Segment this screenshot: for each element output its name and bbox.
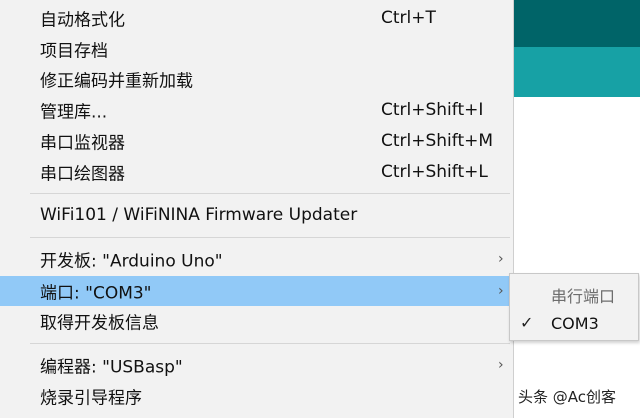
menu-item-port[interactable]: 端口: "COM3" › xyxy=(0,276,512,306)
menu-item-firmware-updater[interactable]: WiFi101 / WiFiNINA Firmware Updater xyxy=(0,200,512,230)
menu-item-label: 烧录引导程序 xyxy=(40,388,142,409)
menu-item-serial-monitor[interactable]: 串口监视器 Ctrl+Shift+M xyxy=(0,126,512,156)
menu-item-shortcut: Ctrl+Shift+I xyxy=(381,100,484,120)
tools-menu: 自动格式化 Ctrl+T 项目存档 修正编码并重新加载 管理库... Ctrl+… xyxy=(0,0,514,418)
checkmark-icon: ✓ xyxy=(520,313,534,332)
menu-item-label: 取得开发板信息 xyxy=(40,313,159,334)
menu-item-label: 修正编码并重新加载 xyxy=(40,71,193,92)
menu-item-board[interactable]: 开发板: "Arduino Uno" › xyxy=(0,244,512,274)
menu-item-shortcut: Ctrl+T xyxy=(381,8,436,28)
menu-item-serial-plotter[interactable]: 串口绘图器 Ctrl+Shift+L xyxy=(0,157,512,187)
menu-item-fix-encoding[interactable]: 修正编码并重新加载 xyxy=(0,64,512,94)
menu-item-label: 串口绘图器 xyxy=(40,164,125,185)
watermark: 头条 @Ac创客 xyxy=(518,388,617,406)
background-header-teal xyxy=(512,47,640,97)
menu-item-label: WiFi101 / WiFiNINA Firmware Updater xyxy=(40,205,358,225)
menu-item-label: 项目存档 xyxy=(40,41,108,62)
menu-item-shortcut: Ctrl+Shift+M xyxy=(381,131,494,151)
menu-item-shortcut: Ctrl+Shift+L xyxy=(381,162,488,182)
menu-separator xyxy=(30,237,510,238)
chevron-right-icon: › xyxy=(498,357,504,373)
background-header-dark xyxy=(512,0,640,47)
menu-item-board-info[interactable]: 取得开发板信息 xyxy=(0,306,512,336)
menu-item-label: 自动格式化 xyxy=(40,10,125,31)
menu-item-label: 编程器: "USBasp" xyxy=(40,357,183,378)
submenu-item-com3[interactable]: ✓ COM3 xyxy=(510,309,638,339)
menu-item-archive-sketch[interactable]: 项目存档 xyxy=(0,34,512,64)
submenu-item-label: COM3 xyxy=(551,314,599,333)
menu-item-label: 开发板: "Arduino Uno" xyxy=(40,251,223,272)
menu-item-label: 端口: "COM3" xyxy=(40,283,152,304)
menu-item-label: 管理库... xyxy=(40,102,108,123)
menu-item-label: 串口监视器 xyxy=(40,133,125,154)
menu-item-burn-bootloader[interactable]: 烧录引导程序 xyxy=(0,381,512,411)
chevron-right-icon: › xyxy=(498,283,504,299)
menu-item-manage-libraries[interactable]: 管理库... Ctrl+Shift+I xyxy=(0,95,512,125)
menu-item-auto-format[interactable]: 自动格式化 Ctrl+T xyxy=(0,3,512,33)
port-submenu: 串行端口 ✓ COM3 xyxy=(509,273,639,341)
background-editor xyxy=(512,97,640,418)
menu-separator xyxy=(30,343,510,344)
menu-separator xyxy=(30,193,510,194)
chevron-right-icon: › xyxy=(498,251,504,267)
menu-item-programmer[interactable]: 编程器: "USBasp" › xyxy=(0,350,512,380)
submenu-header: 串行端口 xyxy=(551,287,616,306)
